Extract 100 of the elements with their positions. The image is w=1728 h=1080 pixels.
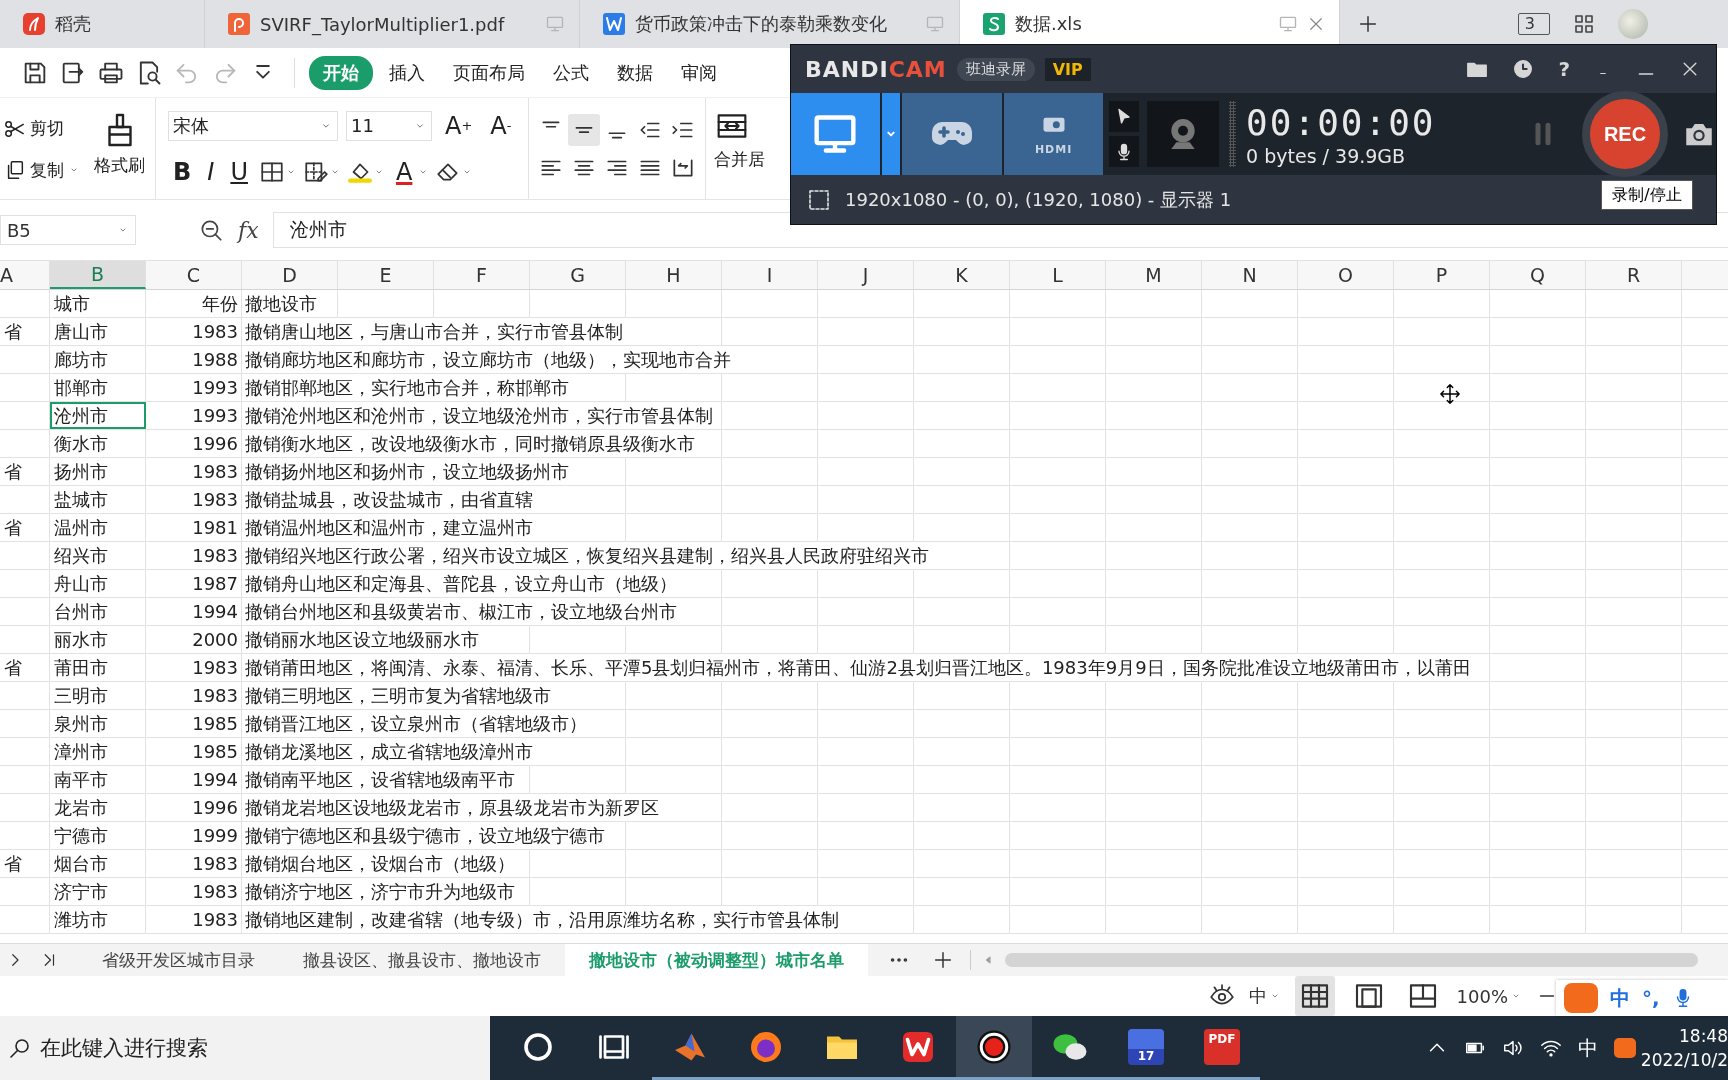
zoom-level-button[interactable]: 100%	[1456, 985, 1508, 1007]
menu-tab[interactable]: 审阅	[669, 55, 729, 90]
search-field[interactable]: 在此键入进行搜索	[0, 1016, 490, 1080]
table-cell[interactable]: 扬州市	[50, 458, 146, 485]
menu-tab[interactable]: 公式	[541, 55, 601, 90]
column-header[interactable]: H	[666, 264, 681, 286]
table-cell[interactable]: 唐山市	[50, 318, 146, 345]
table-cell[interactable]: 丽水市	[50, 626, 146, 653]
table-cell[interactable]: 盐城市	[50, 486, 146, 513]
clock-date[interactable]: 2022/10/2	[1640, 1048, 1728, 1072]
font-color-button[interactable]: A	[390, 158, 418, 187]
add-sheet-icon[interactable]	[932, 949, 954, 971]
function-label[interactable]: fx	[238, 217, 259, 243]
mode-button[interactable]	[902, 93, 1002, 175]
font-dropdown[interactable]: 宋体	[168, 110, 338, 141]
column-header[interactable]: D	[282, 264, 297, 286]
new-tab-icon[interactable]	[1357, 13, 1379, 35]
table-cell[interactable]: 城市	[50, 290, 146, 317]
input-mode-button[interactable]: 中	[1610, 984, 1630, 1012]
menu-tab[interactable]: 插入	[377, 55, 437, 90]
app-logo-icon	[22, 12, 46, 36]
column-header[interactable]: G	[570, 264, 585, 286]
input-method-logo-icon[interactable]	[1564, 983, 1598, 1013]
column-header[interactable]: I	[766, 264, 773, 286]
table-cell[interactable]: 泉州市	[50, 710, 146, 737]
horizontal-scrollbar[interactable]	[1005, 953, 1698, 967]
column-header[interactable]: L	[1052, 264, 1063, 286]
column-header[interactable]: R	[1626, 264, 1641, 286]
document-tab[interactable]: SVIRF_TaylorMultiplier1.pdf	[205, 0, 580, 48]
sheet-tab[interactable]: 省级开发区城市目录	[78, 944, 279, 976]
column-header[interactable]: F	[476, 264, 487, 286]
column-header[interactable]: Q	[1530, 264, 1545, 286]
mode-button[interactable]: HDMI	[1003, 93, 1104, 175]
table-cell[interactable]: 龙岩市	[50, 794, 146, 821]
selection-area-icon[interactable]	[807, 187, 831, 212]
column-header[interactable]: P	[1435, 264, 1448, 286]
table-cell[interactable]: 温州市	[50, 514, 146, 541]
input-mode-button[interactable]: 中	[1578, 1034, 1598, 1062]
mode-button[interactable]	[791, 93, 880, 175]
font-size-dropdown[interactable]: 11	[346, 110, 432, 141]
normal-view-icon[interactable]	[1294, 976, 1335, 1016]
table-cell[interactable]: 烟台市	[50, 850, 146, 877]
column-header[interactable]: E	[379, 264, 392, 286]
bold-button[interactable]: B	[168, 158, 197, 187]
table-cell[interactable]: 衡水市	[50, 430, 146, 457]
sheet-tab[interactable]: 撤县设区、撤县设市、撤地设市	[279, 944, 565, 976]
shrink-font-button[interactable]: A$^{-}$	[485, 111, 517, 140]
cut-button[interactable]: 剪切	[0, 115, 84, 143]
webcam-button[interactable]	[1147, 101, 1220, 167]
column-header[interactable]: N	[1242, 264, 1257, 286]
dropdown-button[interactable]	[881, 93, 901, 175]
table-cell[interactable]: 沧州市	[50, 402, 146, 429]
column-header[interactable]: A	[0, 264, 13, 286]
merge-button[interactable]: 合并居	[706, 98, 766, 199]
table-cell-text: 1983	[191, 852, 239, 876]
table-cell[interactable]: 济宁市	[50, 878, 146, 905]
punctuation-button[interactable]: °,	[1642, 986, 1660, 1010]
column-header[interactable]: K	[955, 264, 968, 286]
window-count-button[interactable]: 3	[1517, 13, 1550, 35]
column-header[interactable]: M	[1145, 264, 1162, 286]
record-button[interactable]: REC	[1582, 91, 1668, 177]
help-button[interactable]: ?	[1558, 57, 1570, 81]
format-painter-button[interactable]: 格式刷	[92, 108, 147, 191]
clock-time[interactable]: 18:48	[1679, 1024, 1728, 1048]
table-cell-text: 1996	[191, 796, 239, 820]
name-box[interactable]: B5	[0, 215, 136, 245]
copy-button[interactable]: 复制	[0, 156, 84, 184]
microphone-toggle-button[interactable]	[1109, 136, 1140, 167]
table-cell[interactable]: 绍兴市	[50, 542, 146, 569]
input-method-logo-icon[interactable]	[1614, 1038, 1636, 1058]
vip-badge: VIP	[1044, 57, 1091, 81]
table-cell[interactable]: 漳州市	[50, 738, 146, 765]
table-cell[interactable]: 莆田市	[50, 654, 146, 681]
column-header[interactable]: C	[186, 264, 201, 286]
menu-tab[interactable]: 页面布局	[441, 55, 537, 90]
column-header[interactable]: J	[862, 264, 869, 286]
table-cell[interactable]: 舟山市	[50, 570, 146, 597]
column-header[interactable]: O	[1338, 264, 1353, 286]
table-cell-text: 省	[3, 852, 23, 876]
table-cell[interactable]: 邯郸市	[50, 374, 146, 401]
document-tab[interactable]: 稻壳	[0, 0, 205, 48]
taskbar-button[interactable]	[956, 1016, 1032, 1080]
table-cell[interactable]: 廊坊市	[50, 346, 146, 373]
table-cell[interactable]: 宁德市	[50, 822, 146, 849]
table-cell[interactable]: 南平市	[50, 766, 146, 793]
taskbar-button[interactable]: 17	[1108, 1016, 1184, 1080]
table-cell[interactable]: 潍坊市	[50, 906, 146, 933]
grid-icon[interactable]	[1572, 12, 1596, 36]
cursor-toggle-button[interactable]	[1109, 101, 1140, 132]
menu-tab[interactable]: 数据	[605, 55, 665, 90]
underline-button[interactable]: U	[225, 158, 253, 187]
italic-button[interactable]: I	[202, 158, 220, 187]
table-cell[interactable]: 三明市	[50, 682, 146, 709]
table-cell-text: 1994	[191, 768, 239, 792]
clock-icon[interactable]	[1512, 58, 1535, 80]
input-mode-button[interactable]: 中	[1248, 984, 1267, 1008]
column-header[interactable]: B	[50, 261, 146, 289]
table-cell[interactable]: 台州市	[50, 598, 146, 625]
taskbar-button[interactable]: PDF	[1184, 1016, 1260, 1080]
grow-font-button[interactable]: A$^{+}$	[440, 111, 478, 140]
